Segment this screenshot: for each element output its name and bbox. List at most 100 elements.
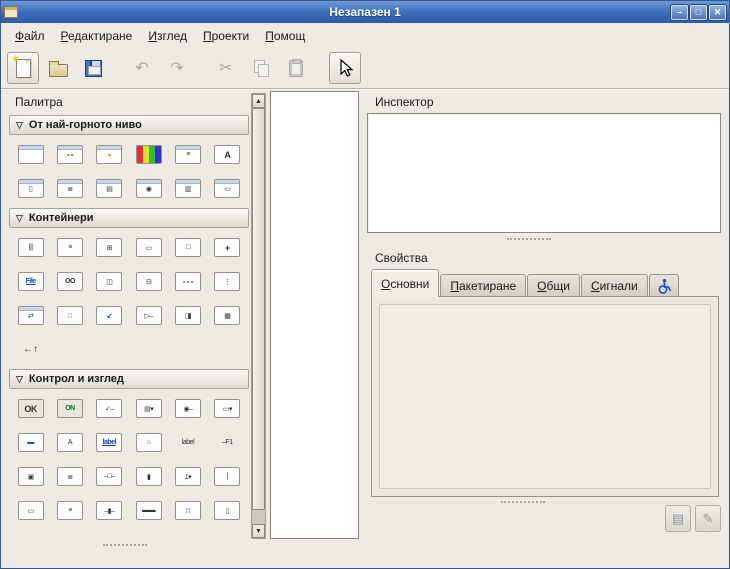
palette-item-accel-label[interactable]: –F1: [208, 433, 247, 452]
palette-item-about-dialog[interactable]: ◉: [129, 179, 168, 198]
menu-edit[interactable]: Редактиране: [53, 26, 141, 46]
palette-item-option-menu[interactable]: OO: [50, 272, 89, 291]
palette-item-vbox[interactable]: ≡: [50, 238, 89, 257]
palette-scrollbar[interactable]: ▲ ▼: [251, 93, 266, 539]
palette-item-hscale[interactable]: –□–: [90, 467, 129, 486]
palette-item-vscale[interactable]: |: [208, 467, 247, 486]
palette-item-alignment[interactable]: ←↑: [11, 340, 50, 359]
tab-packing[interactable]: Пакетиране: [440, 274, 526, 297]
pointer-button[interactable]: [329, 52, 361, 84]
palette-item-message-dialog[interactable]: ▪: [90, 145, 129, 164]
palette-item-drawing-area[interactable]: ▭: [11, 501, 50, 520]
tab-accessibility[interactable]: [649, 274, 679, 297]
tab-general[interactable]: Основни: [371, 269, 439, 297]
scrollbar-thumb[interactable]: [252, 108, 265, 510]
palette-item-label[interactable]: label: [168, 433, 207, 452]
palette-item-file-selection-dialog[interactable]: ≡: [168, 145, 207, 164]
palette-item-fixed[interactable]: ▭: [129, 238, 168, 257]
palette-item-hpaned[interactable]: ◫: [90, 272, 129, 291]
palette-item-frame[interactable]: □: [168, 238, 207, 257]
palette-item-viewport[interactable]: ◨: [168, 306, 207, 325]
palette-item-check-button[interactable]: ✓–: [90, 399, 129, 418]
palette-item-image[interactable]: ▣: [11, 467, 50, 486]
palette-item-table[interactable]: ⊞: [90, 238, 129, 257]
palette-item-entry[interactable]: ▬: [11, 433, 50, 452]
assistant-icon: ▭: [214, 179, 240, 198]
palette-item-statusbar[interactable]: ▬▬: [129, 501, 168, 520]
edit-icon: ✎: [703, 511, 714, 527]
scroll-down-button[interactable]: ▼: [252, 524, 265, 538]
palette-item-icon-view[interactable]: ∷: [168, 501, 207, 520]
design-canvas[interactable]: [270, 91, 359, 539]
palette-item-text-view[interactable]: ≣: [50, 467, 89, 486]
menu-projects[interactable]: Проекти: [195, 26, 257, 46]
menu-help[interactable]: Помощ: [257, 26, 313, 46]
menu-view[interactable]: Изглед: [140, 26, 195, 46]
palette-item-expander[interactable]: ▷–: [129, 306, 168, 325]
palette-item-vscrollbar[interactable]: ▯: [208, 501, 247, 520]
palette-item-assistant[interactable]: ▭: [208, 179, 247, 198]
scroll-up-button[interactable]: ▲: [252, 94, 265, 108]
tab-signals[interactable]: Сигнали: [581, 274, 648, 297]
open-button[interactable]: [42, 52, 74, 84]
palette-item-color-selection-dialog[interactable]: [129, 145, 168, 164]
palette-item-text-entry[interactable]: A: [50, 433, 89, 452]
palette-item-input-dialog[interactable]: ▯: [11, 179, 50, 198]
palette-item-menubar[interactable]: File: [11, 272, 50, 291]
menu-file[interactable]: Файл: [7, 26, 53, 46]
palette-section-header-controls[interactable]: ▽Контрол и изглед: [9, 369, 249, 389]
pane-resize-handle[interactable]: [103, 544, 147, 546]
palette-item-combo-box-entry[interactable]: ▭▾: [208, 399, 247, 418]
edit-button: ✎: [695, 505, 721, 532]
title-bar[interactable]: Незапазен 1 –□✕: [1, 1, 729, 23]
palette-item-progress-bar[interactable]: ▮: [129, 467, 168, 486]
palette-item-button[interactable]: OK: [11, 399, 50, 418]
palette-item-toolbar[interactable]: ∘∘∘: [168, 272, 207, 291]
collapse-triangle-icon: ▽: [16, 374, 23, 385]
palette-item-hbox[interactable]: |||: [11, 238, 50, 257]
palette-item-toggle-button[interactable]: ON: [50, 399, 89, 418]
spin-button-icon: 1▾: [175, 467, 201, 486]
tab-common[interactable]: Общи: [527, 274, 580, 297]
fixed-icon: ▭: [136, 238, 162, 257]
palette-item-property-dialog[interactable]: ▥: [168, 179, 207, 198]
link-button-icon: label: [96, 433, 122, 452]
palette-item-handle-box[interactable]: ⋮: [208, 272, 247, 291]
save-button[interactable]: [77, 52, 109, 84]
cut-button: ✂: [210, 52, 242, 84]
palette-section-header-toplevel[interactable]: ▽От най-горното ниво: [9, 115, 249, 135]
pane-resize-handle[interactable]: [501, 501, 545, 503]
palette-item-icon-box[interactable]: ▦: [208, 306, 247, 325]
inspector-tree[interactable]: [367, 113, 721, 233]
palette-item-radio-button[interactable]: ◉–: [168, 399, 207, 418]
label-icon: label: [175, 433, 201, 452]
palette-item-link-button[interactable]: label: [90, 433, 129, 452]
new-button[interactable]: [7, 52, 39, 84]
close-button[interactable]: ✕: [709, 5, 726, 20]
palette-section-header-containers[interactable]: ▽Контейнери: [9, 208, 249, 228]
palette-item-layout[interactable]: ∷: [50, 306, 89, 325]
pane-resize-handle[interactable]: [507, 238, 551, 240]
palette-item-aspect-frame[interactable]: +: [208, 238, 247, 257]
palette-item-tree-view[interactable]: ≡: [50, 501, 89, 520]
palette-item-hscrollbar[interactable]: –▮–: [90, 501, 129, 520]
maximize-button[interactable]: □: [690, 5, 707, 20]
palette-item-scrolled-window[interactable]: ↙: [90, 306, 129, 325]
vscrollbar-icon: ▯: [214, 501, 240, 520]
palette-item-spin-button[interactable]: 1▾: [168, 467, 207, 486]
palette-item-vpaned[interactable]: ⊟: [129, 272, 168, 291]
palette-item-list-dialog[interactable]: ≣: [50, 179, 89, 198]
palette-item-combo-box[interactable]: ▤▾: [129, 399, 168, 418]
expander-icon: ▷–: [136, 306, 162, 325]
properties-tabs: ОсновниПакетиранеОбщиСигнали: [371, 269, 680, 297]
minimize-button[interactable]: –: [671, 5, 688, 20]
palette-item-dialog[interactable]: ∘∘: [50, 145, 89, 164]
palette-item-combo-dialog[interactable]: ▤: [90, 179, 129, 198]
palette-item-notebook[interactable]: ⇄: [11, 306, 50, 325]
file-selection-dialog-icon: ≡: [175, 145, 201, 164]
palette-item-window[interactable]: [11, 145, 50, 164]
palette-item-href-button[interactable]: ⌂: [129, 433, 168, 452]
palette-item-font-selection-dialog[interactable]: A: [208, 145, 247, 164]
tree-view-icon: ≡: [57, 501, 83, 520]
notebook-icon: ⇄: [18, 306, 44, 325]
